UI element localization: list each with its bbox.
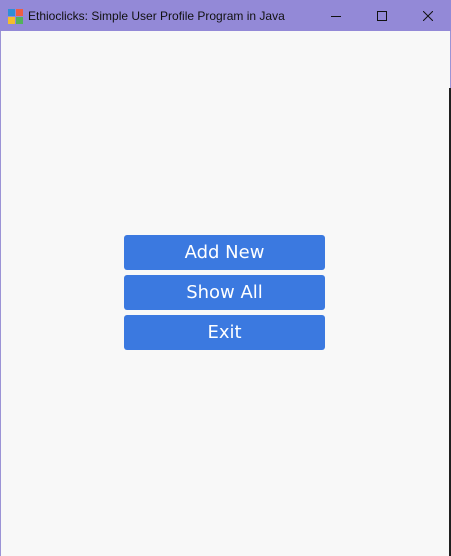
show-all-button[interactable]: Show All [124, 275, 325, 310]
maximize-icon [377, 10, 387, 21]
window-title: Ethioclicks: Simple User Profile Program… [28, 8, 285, 23]
add-new-button[interactable]: Add New [124, 235, 325, 270]
close-icon [423, 10, 433, 21]
title-bar[interactable]: Ethioclicks: Simple User Profile Program… [0, 0, 451, 31]
close-button[interactable] [405, 0, 451, 31]
maximize-button[interactable] [359, 0, 405, 31]
minimize-icon [331, 15, 341, 17]
caption-buttons [313, 0, 451, 31]
main-menu: Add New Show All Exit [124, 235, 325, 350]
app-icon [8, 8, 23, 24]
exit-button[interactable]: Exit [124, 315, 325, 350]
content-area: Add New Show All Exit [1, 31, 450, 556]
minimize-button[interactable] [313, 0, 359, 31]
app-window: Ethioclicks: Simple User Profile Program… [0, 0, 451, 556]
